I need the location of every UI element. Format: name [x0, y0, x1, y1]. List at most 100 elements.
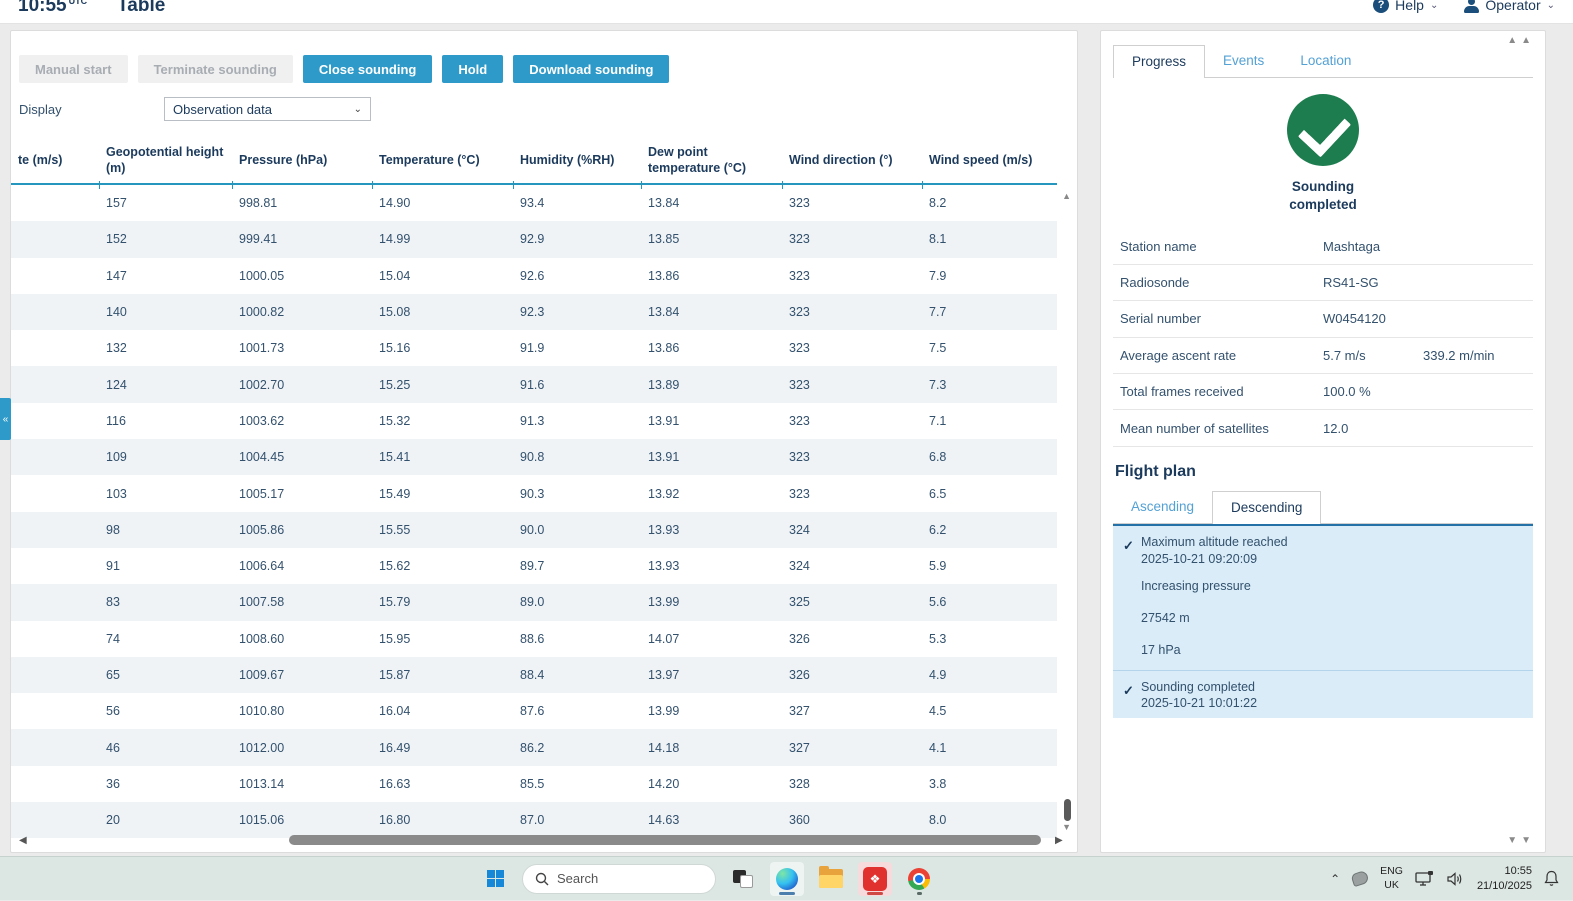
table-cell: 13.91 [641, 403, 782, 439]
sounding-table-panel: Manual startTerminate soundingClose soun… [10, 30, 1078, 853]
table-cell: 13.85 [641, 221, 782, 257]
task-view-button[interactable] [726, 862, 760, 896]
table-cell: 13.97 [641, 657, 782, 693]
table-cell: 3.8 [922, 766, 1066, 802]
taskbar-search[interactable]: Search [522, 864, 716, 894]
table-cell: 6.2 [922, 512, 1066, 548]
table-cell: 13.84 [641, 185, 782, 221]
table-cell: 13.84 [641, 294, 782, 330]
table-cell: 360 [782, 802, 922, 838]
table-cell [11, 548, 99, 584]
detail-label: Radiosonde [1113, 275, 1323, 290]
table-cell: 15.25 [372, 366, 513, 402]
flight-tab-descending[interactable]: Descending [1212, 491, 1321, 524]
help-menu[interactable]: ? Help ⌄ [1373, 0, 1438, 13]
table-cell: 7.1 [922, 403, 1066, 439]
tab-location[interactable]: Location [1282, 45, 1369, 77]
file-explorer-button[interactable] [814, 862, 848, 896]
clock-date[interactable]: 10:55 21/10/2025 [1477, 864, 1532, 893]
table-cell: 13.93 [641, 548, 782, 584]
horizontal-scrollbar[interactable]: ◀ ▶ [19, 834, 1065, 846]
table-cell: 15.55 [372, 512, 513, 548]
horizontal-scrollbar-track[interactable] [29, 835, 1055, 845]
display-select[interactable]: Observation data ⌄ [164, 97, 371, 121]
scroll-up-arrow[interactable]: ▲ [1062, 191, 1071, 201]
panel-collapse-up-icons[interactable]: ▲▲ [1507, 35, 1535, 46]
side-panel-tabs: ProgressEventsLocation [1113, 45, 1533, 78]
horizontal-scrollbar-thumb[interactable] [289, 835, 1041, 845]
scroll-right-arrow[interactable]: ▶ [1055, 835, 1065, 846]
table-cell: 91.3 [513, 403, 641, 439]
flight-event-header: ✓Sounding completed2025-10-21 10:01:22 [1113, 677, 1533, 715]
table-cell: 4.5 [922, 693, 1066, 729]
table-cell: 140 [99, 294, 232, 330]
scroll-down-arrow[interactable]: ▼ [1062, 822, 1071, 832]
close-sounding-button[interactable]: Close sounding [303, 55, 433, 83]
operator-menu[interactable]: Operator ⌄ [1464, 0, 1555, 13]
table-cell: 323 [782, 221, 922, 257]
vertical-scrollbar-thumb[interactable] [1064, 799, 1071, 821]
tab-events[interactable]: Events [1205, 45, 1282, 77]
table-cell: 92.6 [513, 258, 641, 294]
tray-app-icon[interactable] [1351, 870, 1370, 887]
flight-event-detail: Increasing pressure [1113, 570, 1533, 602]
hold-button[interactable]: Hold [442, 55, 503, 83]
table-row: 1321001.7315.1691.913.863237.5 [11, 330, 1057, 366]
table-cell: 56 [99, 693, 232, 729]
success-check-icon [1287, 94, 1359, 166]
chevron-down-icon: ⌄ [1547, 0, 1555, 11]
detail-row: Station nameMashtaga [1113, 228, 1533, 264]
anydesk-button[interactable]: ❖ [858, 862, 892, 896]
table-cell: 92.3 [513, 294, 641, 330]
chrome-browser-button[interactable] [902, 862, 936, 896]
language-indicator[interactable]: ENG UK [1380, 865, 1403, 891]
table-cell: 1000.82 [232, 294, 372, 330]
table-cell: 91.9 [513, 330, 641, 366]
edge-icon [776, 868, 798, 890]
table-cell: 1004.45 [232, 439, 372, 475]
table-cell: 15.49 [372, 475, 513, 511]
table-row: 981005.8615.5590.013.933246.2 [11, 512, 1057, 548]
flight-tab-ascending[interactable]: Ascending [1113, 491, 1212, 523]
panel-collapse-down-icons[interactable]: ▼▼ [1507, 835, 1535, 846]
table-cell: 5.3 [922, 621, 1066, 657]
table-cell: 13.86 [641, 258, 782, 294]
table-cell [11, 185, 99, 221]
table-cell [11, 802, 99, 838]
search-icon [535, 872, 549, 886]
tray-expand-chevron[interactable]: ⌃ [1330, 872, 1340, 886]
event-timestamp: 2025-10-21 09:20:09 [1141, 551, 1288, 568]
windows-taskbar: Search ❖ ⌃ ENG UK [0, 856, 1573, 900]
clock-utc: 10:55UTC [18, 0, 87, 17]
download-sounding-button[interactable]: Download sounding [513, 55, 669, 83]
table-cell: 86.2 [513, 729, 641, 765]
table-row: 1031005.1715.4990.313.923236.5 [11, 475, 1057, 511]
table-cell: 7.9 [922, 258, 1066, 294]
table-cell: 65 [99, 657, 232, 693]
table-cell: 323 [782, 366, 922, 402]
scroll-left-arrow[interactable]: ◀ [19, 835, 29, 846]
table-cell [11, 584, 99, 620]
edge-browser-button[interactable] [770, 862, 804, 896]
network-display-icon[interactable] [1415, 871, 1435, 887]
table-cell: 89.0 [513, 584, 641, 620]
anydesk-active-indicator [867, 892, 883, 895]
table-cell: 1002.70 [232, 366, 372, 402]
speaker-icon[interactable] [1447, 871, 1465, 887]
start-button[interactable] [478, 862, 512, 896]
table-cell: 327 [782, 729, 922, 765]
detail-row: Total frames received100.0 % [1113, 374, 1533, 410]
event-title-text: Maximum altitude reached [1141, 534, 1288, 551]
table-cell: 1006.64 [232, 548, 372, 584]
table-cell: 147 [99, 258, 232, 294]
table-cell: 1005.86 [232, 512, 372, 548]
table-body: 157998.8114.9093.413.843238.2152999.4114… [11, 185, 1057, 838]
sounding-toolbar: Manual startTerminate soundingClose soun… [19, 55, 669, 83]
table-row: 831007.5815.7989.013.993255.6 [11, 584, 1057, 620]
notification-bell-icon[interactable] [1544, 870, 1559, 887]
table-row: 1161003.6215.3291.313.913237.1 [11, 403, 1057, 439]
tab-progress[interactable]: Progress [1113, 45, 1205, 78]
edge-active-indicator [779, 892, 795, 895]
sidebar-collapse-handle[interactable]: « [0, 398, 11, 440]
table-cell: 13.99 [641, 693, 782, 729]
